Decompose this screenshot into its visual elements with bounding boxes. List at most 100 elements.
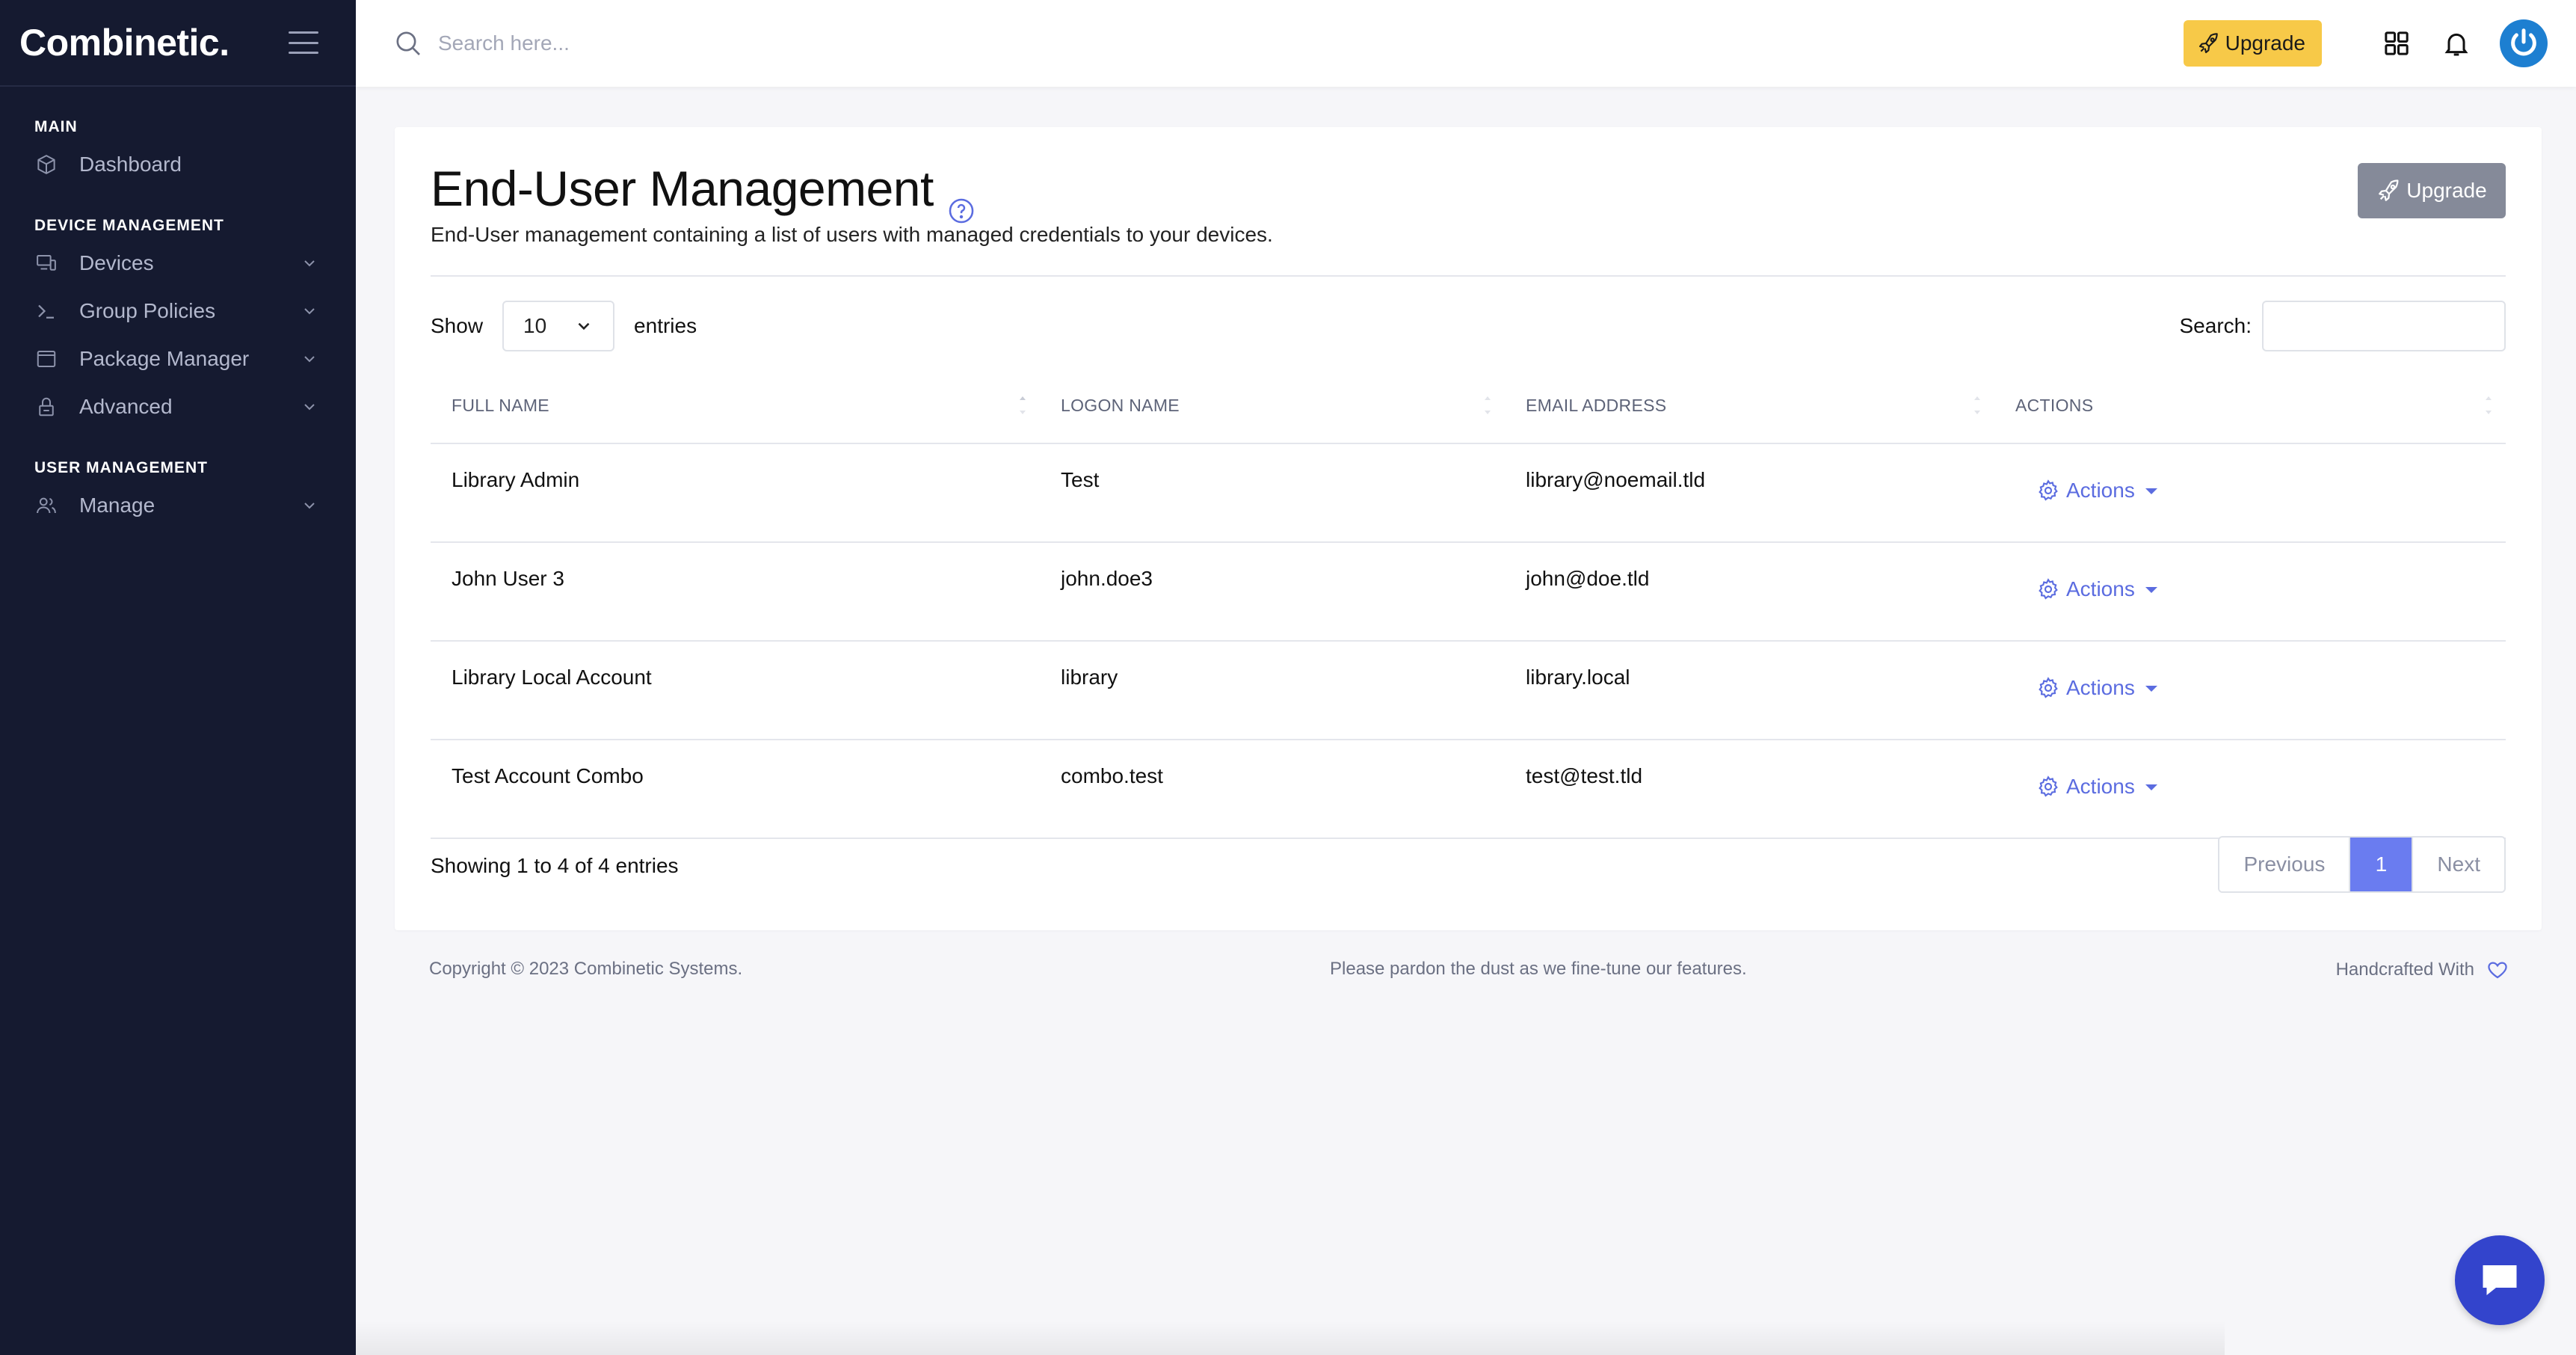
users-icon: [34, 494, 58, 517]
window-icon: [34, 347, 58, 371]
cell-actions: Actions: [1994, 642, 2506, 739]
terminal-icon: [34, 299, 58, 323]
user-management-card: End-User Management End-User management …: [395, 127, 2542, 930]
cell-full-name: Library Admin: [452, 468, 580, 491]
upgrade-label: Upgrade: [2225, 31, 2305, 55]
entries-label: entries: [634, 314, 697, 337]
top-right-tools: Upgrade: [2183, 0, 2548, 87]
column-header-email-address[interactable]: EMAIL ADDRESS: [1505, 367, 1994, 443]
table-search-input[interactable]: [2262, 301, 2506, 351]
actions-label: Actions: [2066, 676, 2135, 699]
sidebar-item-group-policies[interactable]: Group Policies: [0, 287, 356, 335]
column-header-actions[interactable]: ACTIONS: [1994, 367, 2506, 443]
header-divider: [431, 275, 2506, 277]
actions-dropdown-button[interactable]: Actions: [2036, 676, 2157, 700]
brand-bar: Combinetic.: [0, 0, 356, 87]
sidebar-item-dashboard[interactable]: Dashboard: [0, 141, 356, 188]
chevron-down-icon: [301, 350, 318, 368]
sidebar-item-package-manager[interactable]: Package Manager: [0, 335, 356, 383]
top-bar: Upgrade: [356, 0, 2576, 87]
page-subtitle: End-User management containing a list of…: [431, 223, 1273, 246]
table-row: Test Account Combo combo.test test@test.…: [431, 740, 2506, 839]
sidebar-item-label: Advanced: [79, 395, 173, 418]
chat-widget-button[interactable]: [2455, 1235, 2545, 1325]
bell-icon[interactable]: [2440, 27, 2473, 60]
sidebar-item-label: Devices: [79, 251, 154, 274]
chevron-down-icon: [301, 254, 318, 272]
gear-icon: [2036, 775, 2060, 799]
footer: Copyright © 2023 Combinetic Systems. Ple…: [429, 959, 2509, 984]
cell-actions: Actions: [1994, 543, 2506, 640]
chevron-down-icon: [301, 497, 318, 514]
sort-icon: [1020, 396, 1026, 414]
actions-dropdown-button[interactable]: Actions: [2036, 775, 2157, 799]
gear-icon: [2036, 577, 2060, 601]
cell-logon-name: john.doe3: [1061, 567, 1153, 590]
sort-icon: [1485, 396, 1491, 414]
cell-full-name: John User 3: [452, 567, 564, 590]
caret-down-icon: [2145, 686, 2157, 692]
sidebar-item-manage[interactable]: Manage: [0, 482, 356, 529]
sidebar-item-label: Group Policies: [79, 299, 216, 322]
search-label: Search:: [2179, 314, 2252, 337]
brand-logo[interactable]: Combinetic.: [19, 21, 229, 64]
column-header-label: EMAIL ADDRESS: [1526, 395, 1667, 415]
column-header-full-name[interactable]: FULL NAME: [431, 367, 1040, 443]
upgrade-button-top[interactable]: Upgrade: [2183, 20, 2322, 67]
table-row: Library Admin Test library@noemail.tld A…: [431, 444, 2506, 543]
cell-email: library@noemail.tld: [1526, 468, 1706, 491]
page-length-select[interactable]: 10: [502, 301, 615, 351]
cell-full-name: Test Account Combo: [452, 764, 644, 787]
gear-icon: [2036, 676, 2060, 700]
nav-section-user-management: USER MANAGEMENT: [34, 459, 209, 476]
hamburger-menu-icon[interactable]: [289, 31, 318, 54]
cell-full-name: Library Local Account: [452, 666, 652, 689]
actions-dropdown-button[interactable]: Actions: [2036, 577, 2157, 601]
column-header-label: FULL NAME: [452, 395, 549, 415]
heart-icon: [2488, 962, 2507, 979]
upgrade-button[interactable]: Upgrade: [2358, 163, 2506, 218]
column-header-label: LOGON NAME: [1061, 395, 1180, 415]
cell-actions: Actions: [1994, 740, 2506, 838]
upgrade-label: Upgrade: [2406, 179, 2487, 202]
actions-label: Actions: [2066, 479, 2135, 502]
help-icon[interactable]: [947, 179, 976, 224]
apps-grid-icon[interactable]: [2380, 27, 2413, 60]
gear-icon: [2036, 479, 2060, 503]
power-icon[interactable]: [2500, 19, 2548, 67]
sidebar-item-advanced[interactable]: Advanced: [0, 383, 356, 431]
global-search-input[interactable]: [438, 31, 887, 55]
pagination: Previous 1 Next: [2218, 836, 2506, 893]
column-header-logon-name[interactable]: LOGON NAME: [1040, 367, 1505, 443]
cell-actions: Actions: [1994, 444, 2506, 541]
page-title: End-User Management: [431, 160, 976, 224]
cell-logon-name: library: [1061, 666, 1118, 689]
nav-section-main: MAIN: [34, 118, 78, 135]
nav-section-device-management: DEVICE MANAGEMENT: [34, 217, 224, 234]
actions-dropdown-button[interactable]: Actions: [2036, 479, 2157, 503]
show-label: Show: [431, 314, 484, 337]
table-search-control: Search:: [2180, 301, 2506, 351]
sort-icon: [2486, 396, 2492, 414]
chevron-down-icon: [578, 322, 590, 331]
cell-email: test@test.tld: [1526, 764, 1643, 787]
actions-label: Actions: [2066, 577, 2135, 600]
users-table: FULL NAME LOGON NAME EMAIL ADDRESS ACTIO…: [431, 368, 2506, 839]
caret-down-icon: [2145, 587, 2157, 593]
sidebar: Combinetic. MAIN Dashboard DEVICE MANAGE…: [0, 0, 356, 1355]
cell-logon-name: Test: [1061, 468, 1100, 491]
actions-label: Actions: [2066, 775, 2135, 798]
footer-copyright: Copyright © 2023 Combinetic Systems.: [429, 959, 743, 979]
sidebar-item-devices[interactable]: Devices: [0, 239, 356, 287]
tools-icon: [34, 395, 58, 419]
sidebar-item-label: Dashboard: [79, 153, 182, 176]
scroll-shadow: [356, 1321, 2225, 1355]
previous-page-button[interactable]: Previous: [2219, 838, 2351, 891]
footer-handcrafted-text: Handcrafted With: [2335, 959, 2474, 980]
devices-icon: [34, 251, 58, 275]
next-page-button[interactable]: Next: [2412, 838, 2504, 891]
rocket-icon: [2379, 179, 2399, 201]
chat-bubble-icon: [2483, 1265, 2517, 1295]
page-title-text: End-User Management: [431, 161, 934, 216]
page-number-button[interactable]: 1: [2350, 838, 2412, 891]
